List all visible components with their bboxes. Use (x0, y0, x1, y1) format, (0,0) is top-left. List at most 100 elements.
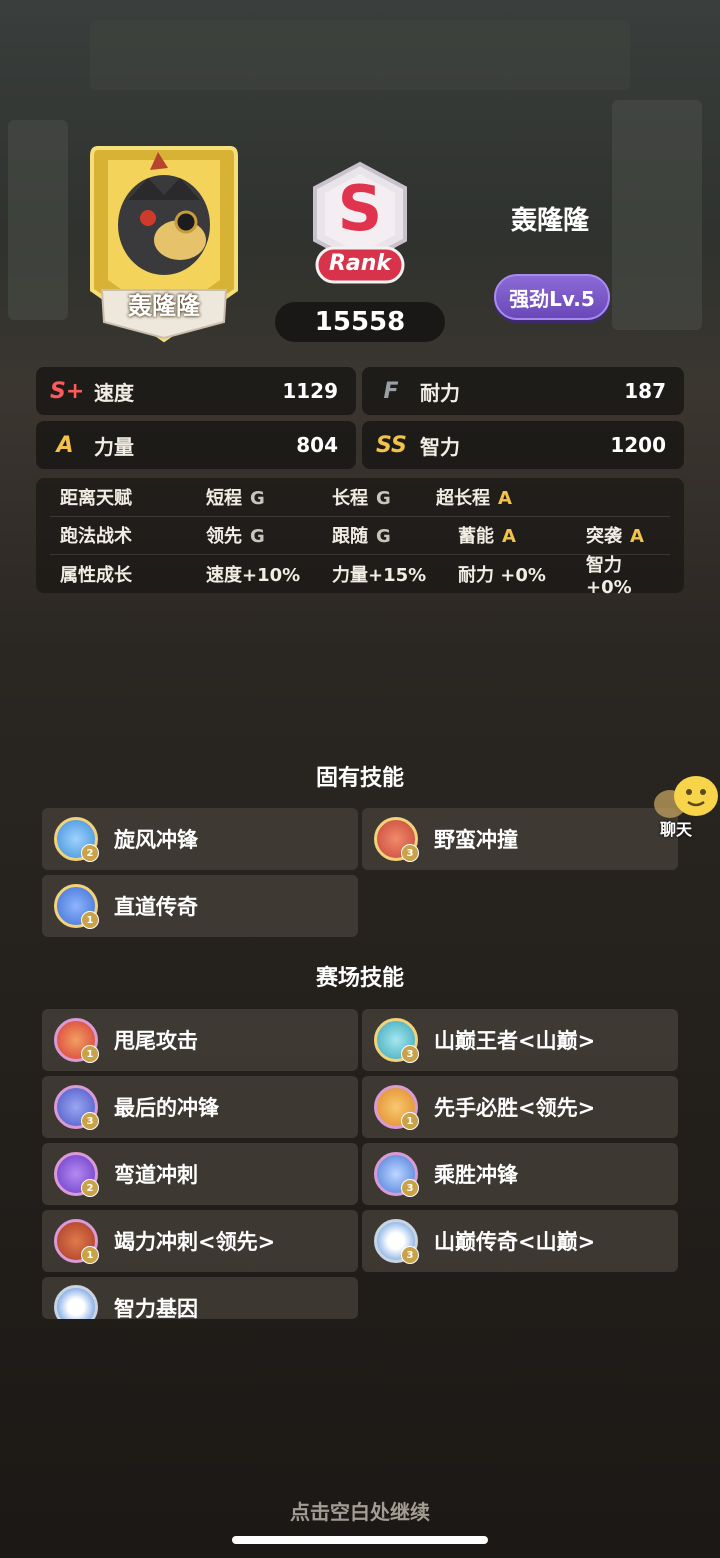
skill-name: 直道传奇 (114, 895, 198, 919)
row-header: 距离天赋 (60, 488, 132, 509)
continue-hint[interactable]: 点击空白处继续 (0, 1496, 720, 1525)
skill-item[interactable]: 3 山巅王者<山巅> (362, 1009, 678, 1071)
skill-item[interactable]: 3 最后的冲锋 (42, 1076, 358, 1138)
background-wall (90, 20, 630, 90)
skill-item[interactable]: 1 甩尾攻击 (42, 1009, 358, 1071)
lightning-icon: 1 (54, 884, 99, 929)
item-grade: G (250, 526, 265, 547)
tail-swipe-icon: 1 (54, 1018, 99, 1063)
rank-letter: S (337, 172, 383, 245)
skill-item[interactable]: 1 竭力冲刺<领先> (42, 1210, 358, 1272)
stat-value: 1129 (282, 379, 338, 403)
skill-level-badge: 1 (81, 1045, 99, 1063)
skill-level-badge: 3 (401, 1179, 419, 1197)
item-grade: A (502, 526, 516, 547)
stat-label: 速度 (94, 380, 134, 405)
mountain-king-icon: 3 (374, 1018, 419, 1063)
background-pillar-left (8, 120, 68, 320)
exhaust-sprint-icon: 1 (54, 1219, 99, 1264)
distance-item: 短程 G (206, 484, 265, 510)
item-name: 领先 (206, 526, 242, 547)
stat-label: 耐力 (420, 380, 460, 405)
skill-level-badge: 1 (81, 1246, 99, 1264)
stat-power: A 力量 804 (36, 421, 356, 469)
dragon-head-icon: 3 (374, 817, 419, 862)
skill-level-badge: 3 (81, 1112, 99, 1130)
rank-badge: S Rank (305, 160, 415, 290)
skill-item[interactable]: 1 先手必胜<领先> (362, 1076, 678, 1138)
stat-label: 力量 (94, 434, 134, 459)
skill-name: 旋风冲锋 (114, 828, 198, 852)
stat-stamina: F 耐力 187 (362, 367, 684, 415)
stat-label: 智力 (420, 434, 460, 459)
growth-item: 智力 +0% (586, 554, 632, 598)
distance-row: 距离天赋 短程 G 长程 G 超长程 A (50, 478, 670, 516)
attribute-table: 距离天赋 短程 G 长程 G 超长程 A 跑法战术 领先 G 跟随 G 蓄能 A 突袭 A 属… (36, 478, 684, 598)
skill-level-badge: 2 (81, 1179, 99, 1197)
distance-item: 长程 G (332, 484, 391, 510)
stat-intellect: SS 智力 1200 (362, 421, 684, 469)
skill-item[interactable]: 3 野蛮冲撞 (362, 808, 678, 870)
corner-sprint-icon: 2 (54, 1152, 99, 1197)
stat-value: 1200 (610, 433, 666, 457)
skill-level-badge: 2 (81, 844, 99, 862)
grade-badge: S+ (50, 378, 85, 404)
mountain-legend-icon: 3 (374, 1219, 419, 1264)
skill-item[interactable]: 智力基因 (42, 1277, 358, 1319)
victory-charge-icon: 3 (374, 1152, 419, 1197)
item-grade: G (376, 526, 391, 547)
skill-name: 乘胜冲锋 (434, 1163, 518, 1187)
item-grade: G (250, 488, 265, 509)
item-grade: G (376, 488, 391, 509)
final-charge-icon: 3 (54, 1085, 99, 1130)
skill-item[interactable]: 1 直道传奇 (42, 875, 358, 937)
skill-name: 智力基因 (114, 1297, 198, 1319)
chat-label: 聊天 (660, 820, 693, 839)
stat-value: 187 (624, 379, 666, 403)
whirlwind-charge-icon: 2 (54, 817, 99, 862)
skill-item[interactable]: 3 乘胜冲锋 (362, 1143, 678, 1205)
skill-name: 山巅王者<山巅> (434, 1029, 596, 1053)
skill-level-badge: 3 (401, 1045, 419, 1063)
skill-name: 弯道冲刺 (114, 1163, 198, 1187)
skill-name: 先手必胜<领先> (434, 1096, 596, 1120)
item-name: 超长程 (436, 488, 490, 509)
tactics-row: 跑法战术 领先 G 跟随 G 蓄能 A 突袭 A (50, 516, 670, 554)
chat-button[interactable]: 聊天 (652, 774, 720, 839)
stat-speed: S+ 速度 1129 (36, 367, 356, 415)
tactic-item: 突袭 A (586, 522, 644, 548)
innate-skills-title: 固有技能 (315, 766, 404, 791)
tactic-item: 蓄能 A (458, 522, 516, 548)
character-name: 轰隆隆 (510, 206, 589, 236)
item-name: 短程 (206, 488, 242, 509)
skill-item[interactable]: 2 弯道冲刺 (42, 1143, 358, 1205)
row-header: 属性成长 (60, 565, 132, 586)
skill-item[interactable]: 3 山巅传奇<山巅> (362, 1210, 678, 1272)
skill-level-badge: 1 (401, 1112, 419, 1130)
grade-badge: F (383, 378, 399, 404)
skill-name: 最后的冲锋 (114, 1096, 219, 1120)
item-name: 跟随 (332, 526, 368, 547)
item-grade: A (630, 526, 644, 547)
skill-name: 甩尾攻击 (114, 1029, 198, 1053)
item-name: 蓄能 (458, 526, 494, 547)
tactic-item: 跟随 G (332, 522, 391, 548)
grade-badge: SS (376, 432, 407, 458)
skill-name: 野蛮冲撞 (434, 828, 518, 852)
background-pillar-right (612, 100, 702, 330)
level-button[interactable]: 强劲Lv.5 (494, 274, 610, 320)
growth-item: 耐力 +0% (458, 565, 546, 586)
skill-level-badge: 3 (401, 844, 419, 862)
skill-item[interactable]: 2 旋风冲锋 (42, 808, 358, 870)
skill-level-badge: 1 (81, 911, 99, 929)
race-skills-title: 赛场技能 (315, 966, 404, 991)
item-grade: A (498, 488, 512, 509)
item-name: 突袭 (586, 526, 622, 547)
growth-item: 力量+15% (332, 565, 427, 586)
home-indicator[interactable] (232, 1536, 488, 1544)
growth-row: 属性成长 速度+10% 力量+15% 耐力 +0% 智力 +0% (50, 555, 670, 598)
stat-value: 804 (296, 433, 338, 457)
intellect-gene-icon (54, 1285, 98, 1319)
score-display: 15558 (275, 302, 445, 342)
distance-item: 超长程 A (436, 484, 512, 510)
